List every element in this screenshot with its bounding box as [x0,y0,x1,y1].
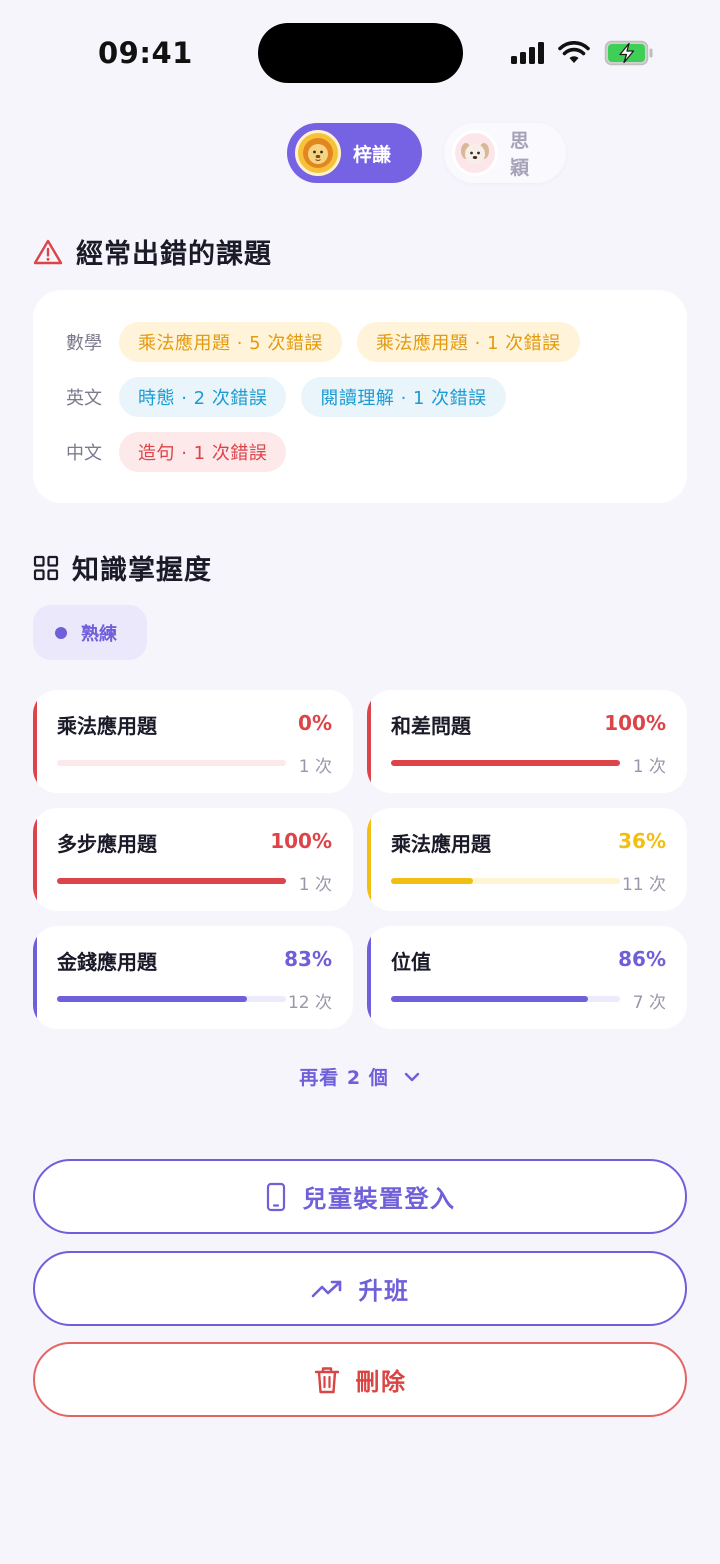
attempt-count: 1 次 [632,757,666,777]
attempt-count: 11 次 [621,875,666,895]
profile-tab-inactive[interactable]: 思穎 [444,123,566,183]
mistake-chip[interactable]: 時態 · 2 次錯誤 [119,377,287,417]
promote-class-label: 升班 [358,1277,410,1305]
chevron-down-icon [404,1072,419,1081]
mistake-chip[interactable]: 乘法應用題 · 5 次錯誤 [119,322,342,362]
progress-track [57,996,286,1002]
battery-charging-icon [604,40,653,66]
topic-percent: 83% [284,947,332,971]
mistakes-title: 經常出錯的課題 [76,239,272,270]
mistake-chip[interactable]: 造句 · 1 次錯誤 [119,432,287,472]
progress-track [57,760,286,766]
progress-track [391,760,620,766]
topic-percent: 100% [604,711,666,735]
grid-icon [33,555,59,580]
topic-name: 和差問題 [391,714,471,738]
see-more-label: 再看 2 個 [299,1067,389,1089]
see-more-button[interactable]: 再看 2 個 [0,1063,720,1090]
progress-fill [57,996,248,1002]
legend-dot [55,626,67,639]
topic-name: 多步應用題 [57,832,157,856]
mistake-chip[interactable]: 乘法應用題 · 1 次錯誤 [356,322,580,362]
topic-name: 位值 [391,950,431,974]
wifi-icon [558,41,590,63]
profile-name-inactive: 思穎 [510,130,530,179]
child-device-login-button[interactable]: 兒童裝置登入 [33,1159,687,1234]
phone-icon [266,1182,285,1211]
subject-label: 英文 [66,388,102,409]
card-accent [33,808,37,911]
card-accent [367,926,371,1029]
topic-name: 乘法應用題 [391,832,491,856]
delete-label: 刪除 [355,1368,407,1396]
mastery-card[interactable]: 多步應用題 100% 1 次 [33,808,353,911]
card-accent [33,926,37,1029]
card-accent [33,690,37,793]
status-time: 09:41 [98,36,193,70]
child-device-login-label: 兒童裝置登入 [302,1185,456,1213]
mistakes-card: 數學 乘法應用題 · 5 次錯誤 乘法應用題 · 1 次錯誤 英文 時態 · 2… [33,290,687,503]
signal-icon [511,42,544,64]
subject-label: 數學 [66,333,102,354]
status-icons [511,38,654,68]
topic-percent: 86% [618,947,666,971]
mistakes-header: 經常出錯的課題 [33,232,272,271]
card-accent [367,690,371,793]
mastery-card[interactable]: 位值 86% 7 次 [367,926,687,1029]
trending-up-icon [311,1280,341,1297]
progress-track [391,878,620,884]
lion-avatar-icon [295,130,341,176]
profile-switcher: 梓謙 思穎 [287,123,566,183]
topic-name: 乘法應用題 [57,714,157,738]
legend-label: 熟練 [81,623,117,645]
mastery-card[interactable]: 乘法應用題 36% 11 次 [367,808,687,911]
topic-percent: 100% [270,829,332,853]
progress-track [57,878,286,884]
trash-icon [314,1366,339,1393]
mastery-card[interactable]: 乘法應用題 0% 1 次 [33,690,353,793]
mistake-chip[interactable]: 閱讀理解 · 1 次錯誤 [301,377,506,417]
mastery-card[interactable]: 和差問題 100% 1 次 [367,690,687,793]
dynamic-island [258,23,463,83]
topic-percent: 0% [298,711,332,735]
mastery-legend-chip[interactable]: 熟練 [33,605,147,660]
attempt-count: 1 次 [298,757,332,777]
progress-track [391,996,620,1002]
promote-class-button[interactable]: 升班 [33,1251,687,1326]
attempt-count: 1 次 [298,875,332,895]
progress-fill [57,878,286,884]
warning-icon [33,239,63,264]
delete-button[interactable]: 刪除 [33,1342,687,1417]
subject-label: 中文 [66,443,102,464]
mastery-card[interactable]: 金錢應用題 83% 12 次 [33,926,353,1029]
mastery-header: 知識掌握度 [33,548,212,587]
mastery-grid: 乘法應用題 0% 1 次 和差問題 100% 1 次 多步應用題 100% 1 … [33,690,687,1029]
attempt-count: 7 次 [632,993,666,1013]
topic-name: 金錢應用題 [57,950,157,974]
profile-tab-active[interactable]: 梓謙 [287,123,422,183]
card-accent [367,808,371,911]
mistake-row-math: 數學 乘法應用題 · 5 次錯誤 乘法應用題 · 1 次錯誤 [66,322,687,362]
status-bar: 09:41 [0,0,720,100]
progress-fill [391,760,620,766]
mistake-row-chinese: 中文 造句 · 1 次錯誤 [66,432,687,472]
mistake-row-english: 英文 時態 · 2 次錯誤 閱讀理解 · 1 次錯誤 [66,377,687,417]
progress-fill [391,996,588,1002]
progress-fill [391,878,474,884]
topic-percent: 36% [618,829,666,853]
attempt-count: 12 次 [287,993,332,1013]
dog-avatar-icon [452,130,498,176]
mastery-title: 知識掌握度 [72,555,212,586]
profile-name-active: 梓謙 [353,143,392,166]
